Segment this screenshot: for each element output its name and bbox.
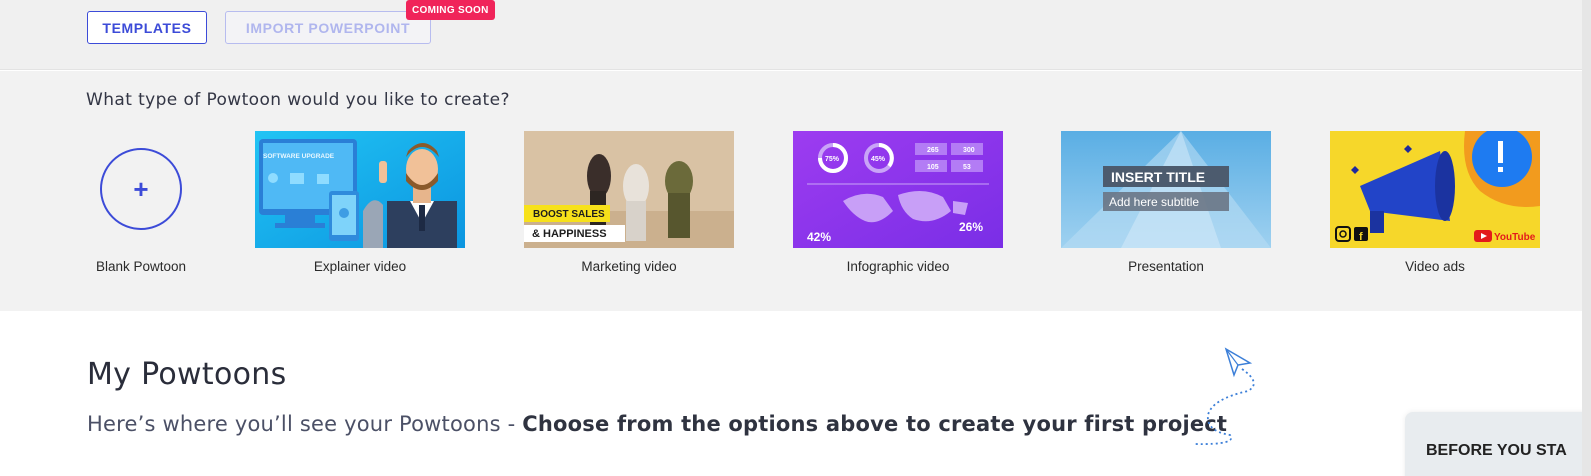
before-you-start-panel[interactable]: BEFORE YOU STA bbox=[1405, 412, 1591, 476]
stat-1: 265 bbox=[927, 147, 939, 154]
marketing-video-card[interactable]: BOOST SALES & HAPPINESS Marketing video bbox=[524, 131, 734, 281]
card-label: Presentation bbox=[1128, 259, 1204, 274]
stat-3: 105 bbox=[927, 164, 939, 171]
my-powtoons-title: My Powtoons bbox=[87, 357, 287, 392]
card-label: Explainer video bbox=[313, 259, 407, 274]
presentation-card[interactable]: INSERT TITLE Add here subtitle Presentat… bbox=[1061, 131, 1271, 281]
infographic-video-card[interactable]: 75% 45% 265 300 105 53 42% 26% Infograph… bbox=[793, 131, 1003, 281]
thumb-text: SOFTWARE UPGRADE bbox=[263, 153, 335, 160]
infographic-video-thumbnail[interactable]: 75% 45% 265 300 105 53 42% 26% bbox=[793, 131, 1003, 248]
stat-2: 300 bbox=[963, 147, 975, 154]
thumb-text-1: BOOST SALES bbox=[533, 209, 605, 220]
card-label: Blank Powtoon bbox=[95, 259, 187, 274]
subtitle-plain: Here’s where you’ll see your Powtoons - bbox=[87, 412, 523, 436]
before-you-start-heading: BEFORE YOU STA bbox=[1426, 442, 1567, 459]
thumb-subtitle: Add here subtitle bbox=[1109, 195, 1199, 209]
svg-text:f: f bbox=[1359, 231, 1363, 243]
video-ads-card[interactable]: f YouTube Video ads bbox=[1330, 131, 1540, 281]
section-title: What type of Powtoon would you like to c… bbox=[86, 90, 510, 110]
big-2: 26% bbox=[959, 220, 983, 234]
explainer-video-thumbnail[interactable]: SOFTWARE UPGRADE bbox=[255, 131, 465, 248]
explainer-video-card[interactable]: SOFTWARE UPGRADE Explainer video bbox=[255, 131, 465, 281]
card-label: Marketing video bbox=[581, 259, 677, 274]
marketing-video-thumbnail[interactable]: BOOST SALES & HAPPINESS bbox=[524, 131, 734, 248]
plus-icon[interactable]: + bbox=[100, 148, 182, 230]
youtube-text: YouTube bbox=[1494, 232, 1536, 243]
thumb-title: INSERT TITLE bbox=[1111, 169, 1205, 185]
video-ads-thumbnail[interactable]: f YouTube bbox=[1330, 131, 1540, 248]
card-label: Video ads bbox=[1405, 259, 1465, 274]
coming-soon-badge: COMING SOON bbox=[406, 0, 495, 20]
powtoon-type-section: What type of Powtoon would you like to c… bbox=[0, 71, 1591, 311]
pct-2: 45% bbox=[871, 156, 886, 163]
my-powtoons-subtitle: Here’s where you’ll see your Powtoons - … bbox=[87, 412, 1227, 436]
big-1: 42% bbox=[807, 230, 831, 244]
scrollbar[interactable] bbox=[1582, 0, 1591, 476]
import-powerpoint-button[interactable]: IMPORT POWERPOINT bbox=[225, 11, 431, 44]
stat-4: 53 bbox=[963, 164, 971, 171]
pct-1: 75% bbox=[825, 156, 840, 163]
thumb-text-2: & HAPPINESS bbox=[532, 228, 607, 240]
card-label: Infographic video bbox=[846, 259, 950, 274]
subtitle-bold: Choose from the options above to create … bbox=[522, 412, 1228, 436]
top-toolbar: TEMPLATES IMPORT POWERPOINT COMING SOON bbox=[0, 0, 1591, 70]
presentation-thumbnail[interactable]: INSERT TITLE Add here subtitle bbox=[1061, 131, 1271, 248]
blank-powtoon-card[interactable]: + Blank Powtoon bbox=[36, 131, 246, 281]
templates-button[interactable]: TEMPLATES bbox=[87, 11, 207, 44]
paper-plane-icon bbox=[1193, 347, 1255, 445]
